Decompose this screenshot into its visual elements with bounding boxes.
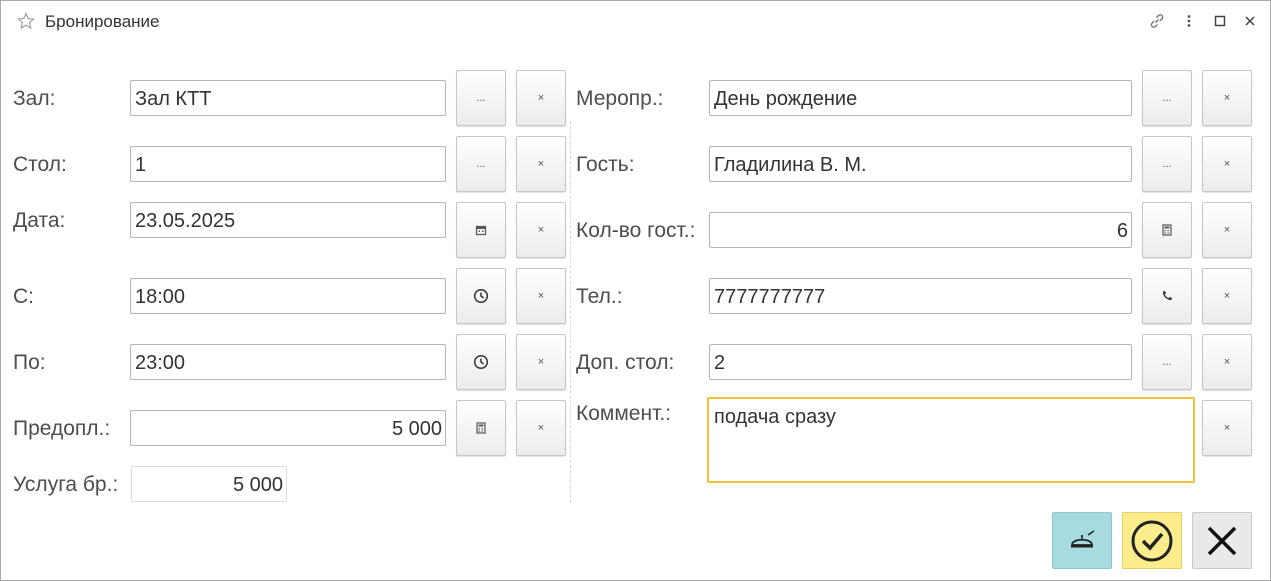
ellipsis-icon: ...: [476, 157, 486, 170]
extra-table-label: Доп. стол:: [576, 351, 675, 374]
phone-clear-button[interactable]: ×: [1202, 268, 1252, 324]
guest-choose-button[interactable]: ...: [1142, 136, 1192, 192]
service-fee-field: 5 000: [131, 466, 287, 502]
calculator-icon: [476, 422, 486, 434]
ellipsis-icon: ...: [1162, 157, 1172, 170]
clear-icon: ×: [537, 289, 545, 302]
clear-icon: ×: [1223, 289, 1231, 302]
phone-icon: [1162, 291, 1172, 301]
guest-count-field[interactable]: 6: [709, 212, 1132, 248]
phone-label: Тел.:: [576, 285, 623, 308]
phone-field[interactable]: 7777777777: [709, 278, 1132, 314]
to-clear-button[interactable]: ×: [516, 334, 566, 390]
check-circle-icon: [1131, 520, 1173, 561]
clock-icon: [473, 354, 489, 370]
comment-textarea[interactable]: подача сразу: [707, 397, 1195, 483]
comment-label: Коммент.:: [576, 402, 672, 425]
service-button[interactable]: [1052, 512, 1112, 569]
clear-icon: ×: [1223, 223, 1231, 236]
link-icon[interactable]: [1149, 13, 1165, 29]
hall-field[interactable]: Зал КТТ: [130, 80, 446, 116]
clear-icon: ×: [1223, 91, 1231, 104]
ellipsis-icon: ...: [1162, 355, 1172, 368]
extra-table-choose-button[interactable]: ...: [1142, 334, 1192, 390]
star-icon[interactable]: [17, 12, 35, 30]
to-time-button[interactable]: [456, 334, 506, 390]
comment-clear-button[interactable]: ×: [1202, 400, 1252, 456]
table-label: Стол:: [13, 153, 67, 176]
prepay-clear-button[interactable]: ×: [516, 400, 566, 456]
guest-field[interactable]: Гладилина В. М.: [709, 146, 1132, 182]
prepay-label: Предопл.:: [13, 417, 111, 440]
event-label: Меропр.:: [576, 87, 664, 110]
ellipsis-icon: ...: [1162, 91, 1172, 104]
x-icon: [1207, 526, 1237, 555]
maximize-icon[interactable]: [1212, 13, 1228, 29]
phone-call-button[interactable]: [1142, 268, 1192, 324]
guest-count-calculator-button[interactable]: [1142, 202, 1192, 258]
clear-icon: ×: [1223, 355, 1231, 368]
extra-table-clear-button[interactable]: ×: [1202, 334, 1252, 390]
table-choose-button[interactable]: ...: [456, 136, 506, 192]
hall-clear-button[interactable]: ×: [516, 70, 566, 126]
date-label: Дата:: [13, 209, 66, 232]
more-icon[interactable]: [1181, 13, 1197, 29]
clear-icon: ×: [537, 91, 545, 104]
service-fee-label: Услуга бр.:: [13, 473, 119, 496]
clock-icon: [473, 288, 489, 304]
booking-window: Бронирование Зал: Зал КТТ ... × Стол: 1 …: [0, 0, 1271, 581]
calendar-icon: [475, 225, 487, 236]
cancel-button[interactable]: [1192, 512, 1252, 569]
table-clear-button[interactable]: ×: [516, 136, 566, 192]
dish-icon: [1071, 529, 1095, 547]
to-label: По:: [13, 351, 46, 374]
event-clear-button[interactable]: ×: [1202, 70, 1252, 126]
table-field[interactable]: 1: [130, 146, 446, 182]
hall-choose-button[interactable]: ...: [456, 70, 506, 126]
extra-table-field[interactable]: 2: [709, 344, 1132, 380]
date-calendar-button[interactable]: [456, 202, 506, 258]
calculator-icon: [1162, 224, 1172, 236]
window-title: Бронирование: [45, 12, 160, 31]
prepay-calculator-button[interactable]: [456, 400, 506, 456]
event-field[interactable]: День рождение: [709, 80, 1132, 116]
to-time-field[interactable]: 23:00: [130, 344, 446, 380]
clear-icon: ×: [537, 223, 545, 236]
clear-icon: ×: [1223, 421, 1231, 434]
event-choose-button[interactable]: ...: [1142, 70, 1192, 126]
clear-icon: ×: [537, 157, 545, 170]
clear-icon: ×: [537, 421, 545, 434]
prepay-field[interactable]: 5 000: [130, 410, 446, 446]
ellipsis-icon: ...: [476, 91, 486, 104]
clear-icon: ×: [537, 355, 545, 368]
date-field[interactable]: 23.05.2025: [130, 202, 446, 238]
guest-count-clear-button[interactable]: ×: [1202, 202, 1252, 258]
from-clear-button[interactable]: ×: [516, 268, 566, 324]
guest-count-label: Кол-во гост.:: [576, 219, 696, 242]
from-time-button[interactable]: [456, 268, 506, 324]
from-time-field[interactable]: 18:00: [130, 278, 446, 314]
column-divider: [570, 121, 571, 503]
title-bar: Бронирование: [1, 1, 1270, 43]
hall-label: Зал:: [13, 87, 56, 110]
guest-label: Гость:: [576, 153, 635, 176]
from-label: С:: [13, 285, 34, 308]
date-clear-button[interactable]: ×: [516, 202, 566, 258]
close-icon[interactable]: [1242, 13, 1258, 29]
guest-clear-button[interactable]: ×: [1202, 136, 1252, 192]
clear-icon: ×: [1223, 157, 1231, 170]
ok-button[interactable]: [1122, 512, 1182, 569]
